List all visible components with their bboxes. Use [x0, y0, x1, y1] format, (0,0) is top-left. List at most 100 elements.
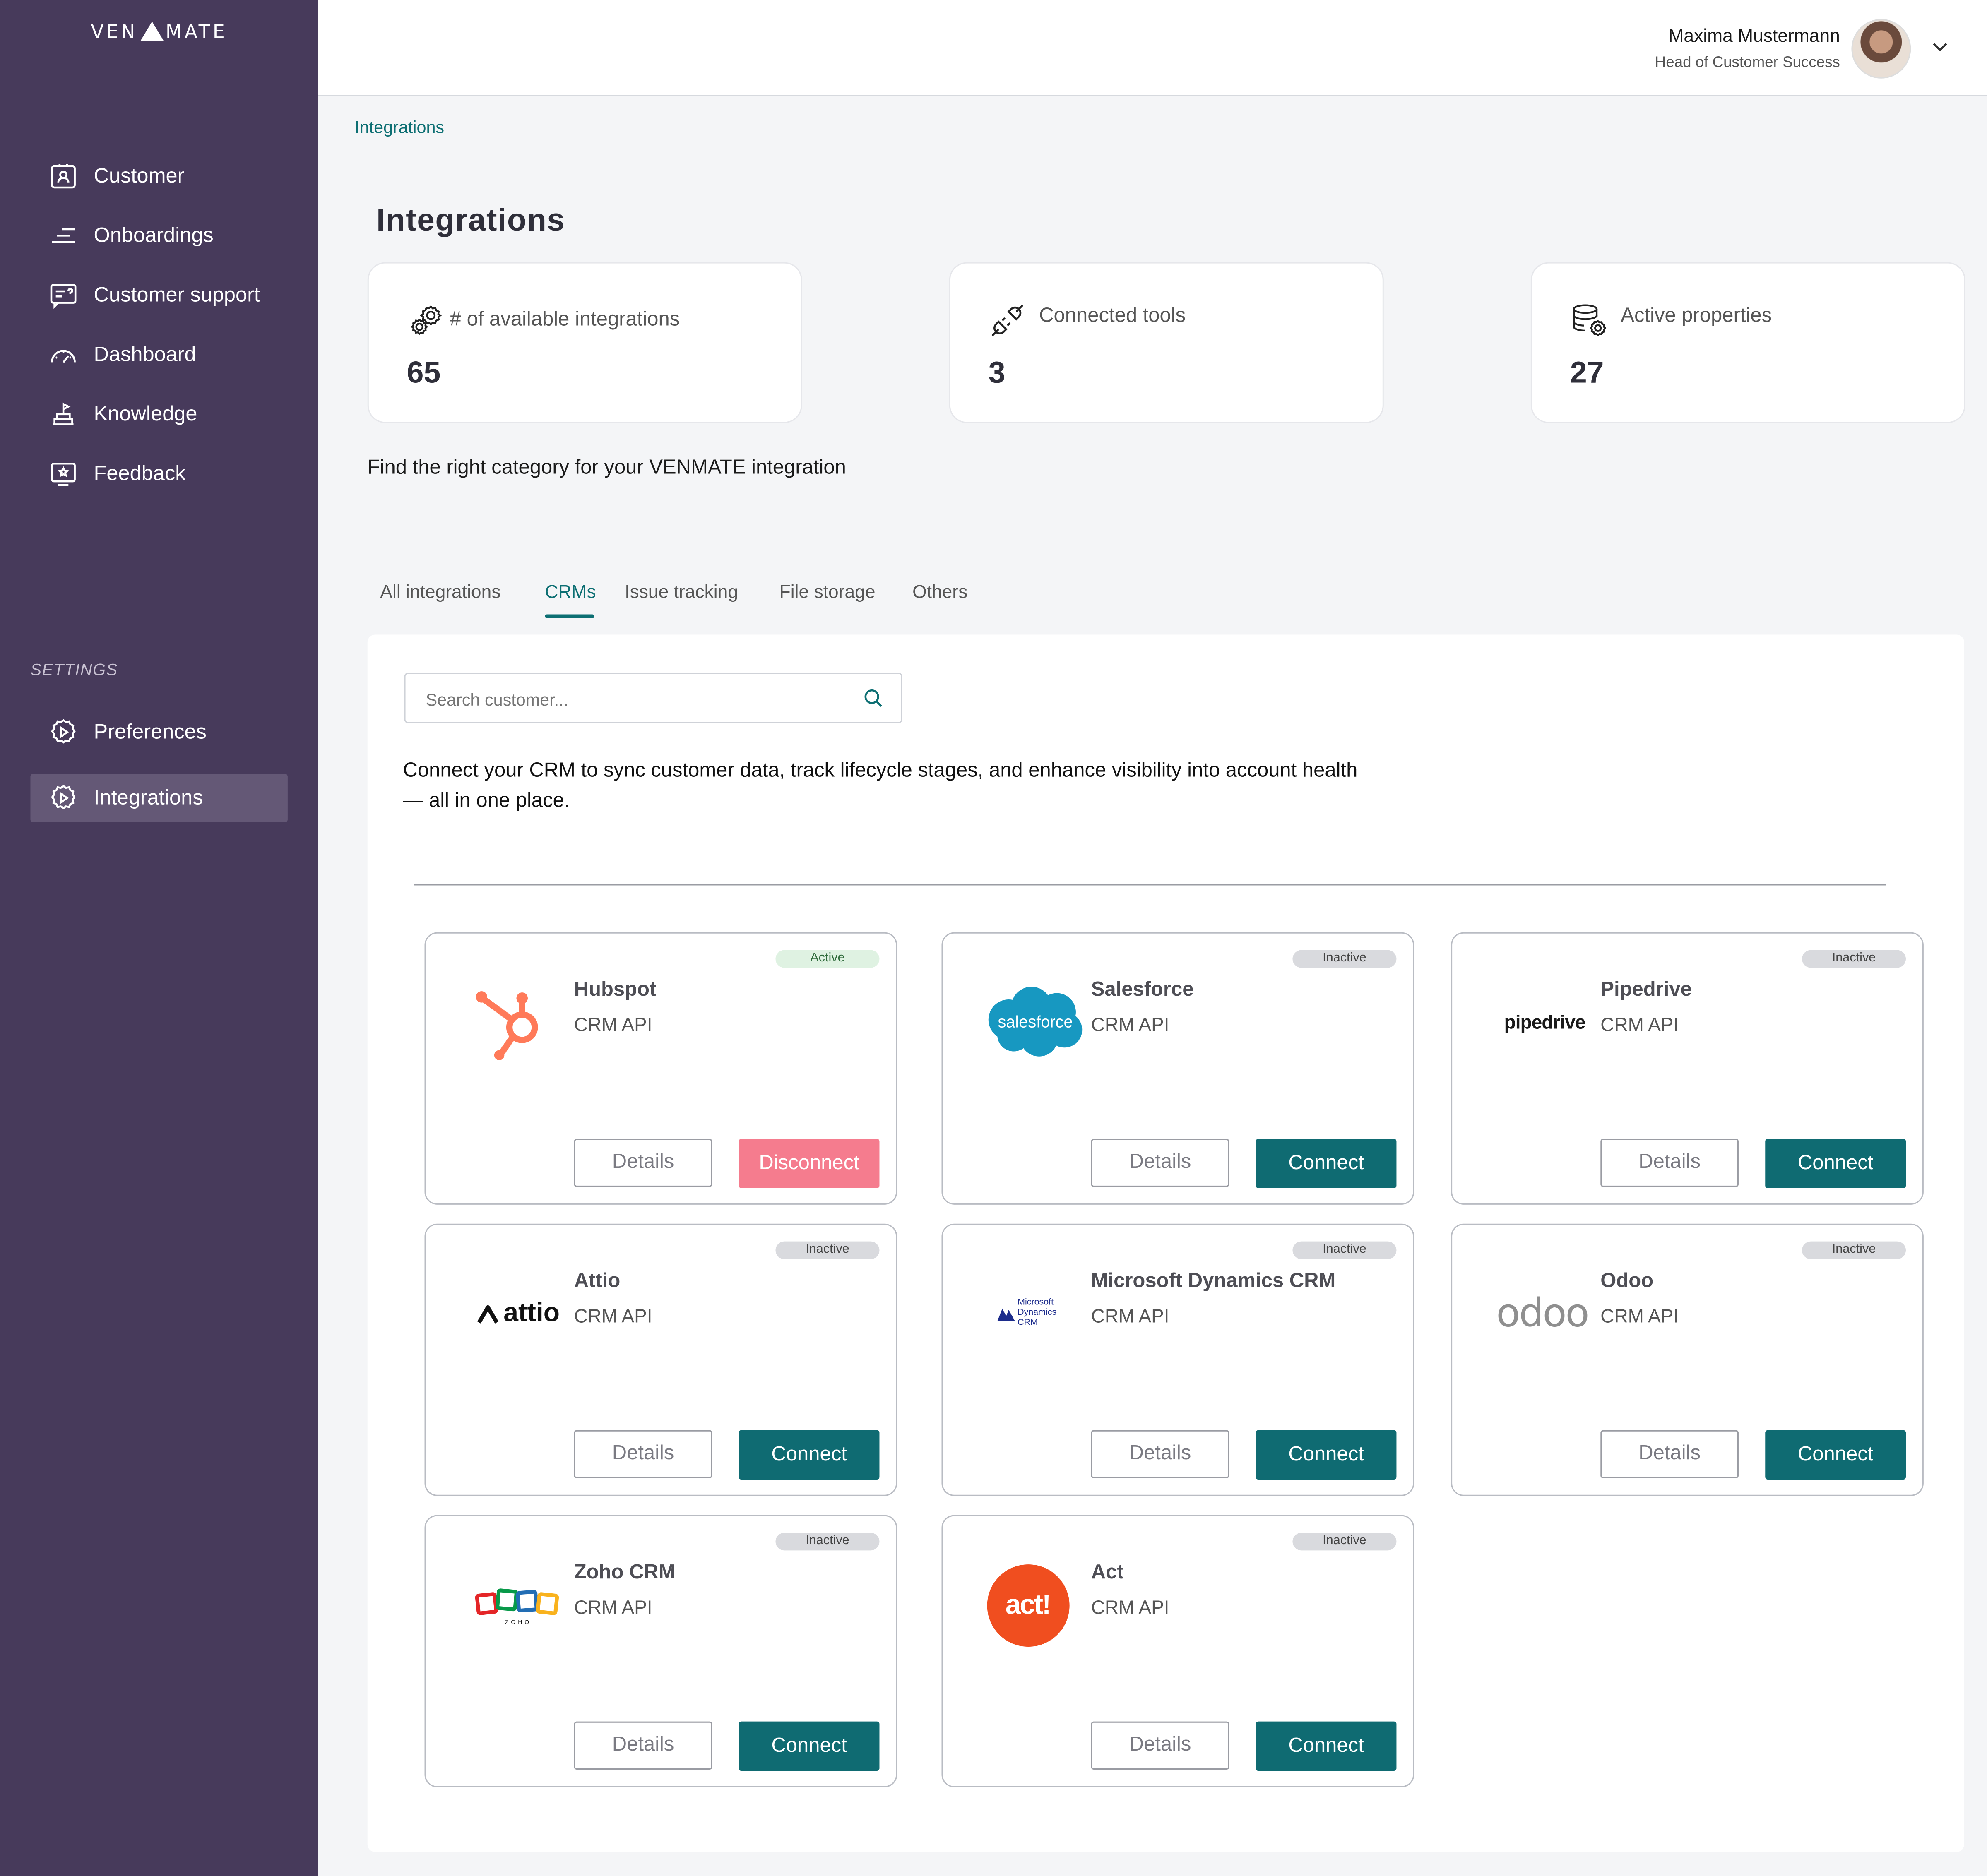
- stat-label: Connected tools: [1039, 305, 1186, 327]
- integration-name: Zoho CRM: [574, 1561, 676, 1583]
- details-button[interactable]: Details: [1600, 1139, 1739, 1187]
- sidebar-item-label: Customer support: [94, 283, 260, 306]
- gear-icon: [48, 717, 78, 747]
- zoho-logo-text: ZOHO: [505, 1619, 532, 1625]
- connect-button[interactable]: Connect: [1256, 1430, 1397, 1480]
- status-badge: Active: [775, 950, 880, 968]
- integration-card-odoo: Inactive odoo Odoo CRM API Details Conne…: [1451, 1223, 1924, 1496]
- onboardings-icon: [48, 221, 78, 251]
- details-button[interactable]: Details: [574, 1721, 712, 1770]
- details-button[interactable]: Details: [1091, 1139, 1229, 1187]
- details-button[interactable]: Details: [1091, 1721, 1229, 1770]
- user-role: Head of Customer Success: [1655, 53, 1840, 71]
- customer-icon: [48, 161, 78, 191]
- odoo-logo-icon: odoo: [1485, 1250, 1600, 1377]
- attio-logo-text: attio: [503, 1298, 560, 1328]
- status-badge: Inactive: [775, 1241, 880, 1259]
- breadcrumb[interactable]: Integrations: [355, 118, 444, 137]
- hubspot-logo-icon: [454, 959, 568, 1086]
- stat-label: # of available integrations: [450, 309, 680, 331]
- details-button[interactable]: Details: [574, 1139, 712, 1187]
- sidebar-item-onboardings[interactable]: Onboardings: [30, 211, 287, 259]
- status-badge: Inactive: [1292, 1533, 1397, 1551]
- chevron-down-icon[interactable]: [1931, 38, 1949, 62]
- status-badge: Inactive: [1292, 1241, 1397, 1259]
- settings-section-label: SETTINGS: [30, 660, 118, 679]
- details-button[interactable]: Details: [1600, 1430, 1739, 1478]
- microsoft-dynamics-logo-text: Microsoft Dynamics CRM: [1018, 1298, 1057, 1328]
- details-button[interactable]: Details: [1091, 1430, 1229, 1478]
- integration-type: CRM API: [574, 1306, 652, 1328]
- status-badge: Inactive: [1292, 950, 1397, 968]
- integration-name: Pipedrive: [1600, 979, 1692, 1001]
- connect-button[interactable]: Connect: [1256, 1139, 1397, 1189]
- tab-crms[interactable]: CRMs: [545, 583, 596, 603]
- integration-type: CRM API: [1600, 1014, 1679, 1036]
- sidebar-item-feedback[interactable]: Feedback: [30, 450, 287, 498]
- feedback-icon: [48, 459, 78, 489]
- sidebar-item-preferences[interactable]: Preferences: [30, 708, 287, 756]
- stat-card-available-integrations: # of available integrations 65: [367, 262, 802, 423]
- pipedrive-logo-text: pipedrive: [1504, 1011, 1586, 1033]
- integration-card-pipedrive: Inactive pipedrive Pipedrive CRM API Det…: [1451, 932, 1924, 1205]
- tab-all-integrations[interactable]: All integrations: [380, 583, 500, 603]
- integration-name: Salesforce: [1091, 979, 1194, 1001]
- logo-text-right: MATE: [165, 20, 227, 43]
- sidebar-item-dashboard[interactable]: Dashboard: [30, 331, 287, 379]
- integration-type: CRM API: [1091, 1014, 1169, 1036]
- sidebar-item-label: Dashboard: [94, 342, 196, 366]
- salesforce-logo-icon: salesforce: [978, 959, 1092, 1086]
- sidebar-item-label: Preferences: [94, 720, 207, 743]
- page-title: Integrations: [376, 202, 565, 238]
- integration-name: Odoo: [1600, 1270, 1654, 1292]
- connect-button[interactable]: Connect: [1256, 1721, 1397, 1771]
- sidebar-item-knowledge[interactable]: Knowledge: [30, 390, 287, 438]
- sidebar-item-customer-support[interactable]: Customer support: [30, 271, 287, 319]
- avatar[interactable]: [1851, 19, 1911, 79]
- integration-name: Hubspot: [574, 979, 657, 1001]
- database-gear-icon: [1570, 301, 1608, 339]
- integration-type: CRM API: [1091, 1597, 1169, 1619]
- connect-button[interactable]: Connect: [1765, 1139, 1906, 1189]
- sidebar-item-customer[interactable]: Customer: [30, 152, 287, 200]
- integration-card-hubspot: Active Hubspot CRM API Details Disconnec…: [424, 932, 897, 1205]
- integration-card-salesforce: Inactive salesforce Salesforce CRM API D…: [941, 932, 1414, 1205]
- act-logo-text: act!: [986, 1564, 1069, 1646]
- details-button[interactable]: Details: [574, 1430, 712, 1478]
- sidebar-item-label: Feedback: [94, 461, 186, 485]
- tab-issue-tracking[interactable]: Issue tracking: [625, 583, 738, 603]
- connect-button[interactable]: Connect: [1765, 1430, 1906, 1480]
- integration-name: Attio: [574, 1270, 621, 1292]
- search-input[interactable]: [423, 674, 847, 725]
- sidebar-item-integrations[interactable]: Integrations: [30, 774, 288, 822]
- search-icon[interactable]: [863, 688, 883, 714]
- divider: [414, 884, 1886, 886]
- tab-file-storage[interactable]: File storage: [779, 583, 876, 603]
- act-logo-icon: act!: [971, 1542, 1085, 1668]
- integration-type: CRM API: [1600, 1306, 1679, 1328]
- stat-card-connected-tools: Connected tools 3: [949, 262, 1384, 423]
- stat-value: 65: [407, 356, 441, 390]
- tab-others[interactable]: Others: [912, 583, 967, 603]
- sidebar: VEN MATE Customer Onboardings Customer su…: [0, 0, 318, 1876]
- status-badge: Inactive: [1802, 950, 1906, 968]
- zoho-logo-icon: ZOHO: [461, 1542, 575, 1668]
- integration-card-act: Inactive act! Act CRM API Details Connec…: [941, 1515, 1414, 1787]
- connect-button[interactable]: Connect: [739, 1721, 880, 1771]
- venmate-logo[interactable]: VEN MATE: [0, 20, 318, 43]
- active-tab-indicator: [545, 614, 594, 618]
- category-hint: Find the right category for your VENMATE…: [367, 457, 846, 479]
- disconnect-button[interactable]: Disconnect: [739, 1139, 880, 1189]
- logo-mark-icon: [140, 22, 163, 41]
- gear-icon: [48, 783, 78, 813]
- pipedrive-logo-icon: pipedrive: [1488, 959, 1602, 1086]
- integration-card-attio: Inactive attio Attio CRM API Details Con…: [424, 1223, 897, 1496]
- sidebar-item-label: Knowledge: [94, 402, 197, 425]
- plug-icon: [989, 301, 1027, 339]
- microsoft-dynamics-logo-icon: Microsoft Dynamics CRM: [978, 1250, 1092, 1377]
- integration-type: CRM API: [574, 1597, 652, 1619]
- status-badge: Inactive: [1802, 1241, 1906, 1259]
- integrations-panel: Connect your CRM to sync customer data, …: [367, 634, 1964, 1852]
- knowledge-icon: [48, 399, 78, 429]
- connect-button[interactable]: Connect: [739, 1430, 880, 1480]
